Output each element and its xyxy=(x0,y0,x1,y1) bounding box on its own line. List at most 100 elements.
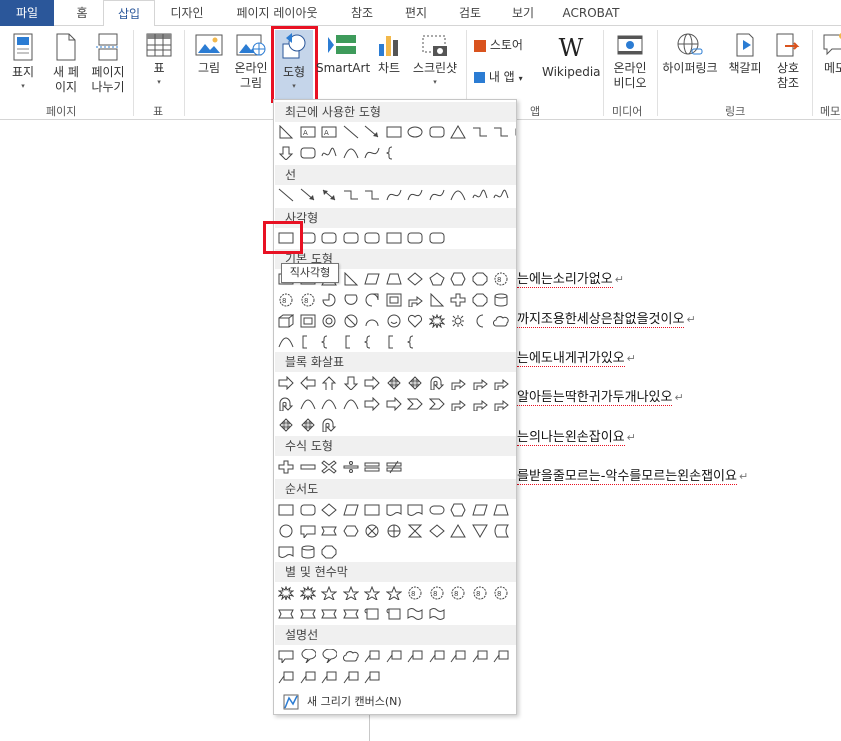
shape-option-lcall[interactable] xyxy=(448,646,468,665)
shape-option-elbow[interactable] xyxy=(341,185,361,204)
shape-option-banner[interactable] xyxy=(319,521,339,540)
shape-option-circ[interactable] xyxy=(276,521,296,540)
shape-option-uarr[interactable] xyxy=(319,373,339,392)
shape-option-brace[interactable] xyxy=(384,143,404,162)
shape-option-scroll[interactable] xyxy=(362,604,382,623)
shape-option-bracket[interactable] xyxy=(384,332,404,351)
shape-option-scurve[interactable] xyxy=(427,185,447,204)
shape-option-callout[interactable] xyxy=(298,521,318,540)
shape-option-lcall[interactable] xyxy=(405,646,425,665)
shape-option-rarr[interactable] xyxy=(362,373,382,392)
bookmark-button[interactable]: 책갈피 xyxy=(722,32,768,76)
shape-option-ocall[interactable] xyxy=(319,646,339,665)
shape-option-rrect[interactable] xyxy=(362,228,382,247)
shape-option-brace[interactable] xyxy=(319,332,339,351)
shape-option-bend[interactable] xyxy=(448,394,468,413)
shape-option-rect[interactable] xyxy=(384,228,404,247)
shape-option-stor[interactable] xyxy=(491,521,511,540)
blank-page-button[interactable]: 새 페 이지 xyxy=(48,32,84,95)
shape-option-trap[interactable] xyxy=(384,269,404,288)
shape-option-rect[interactable] xyxy=(276,500,296,519)
shape-option-bend[interactable] xyxy=(491,373,511,392)
tab-view[interactable]: 보기 xyxy=(501,0,545,26)
shape-option-arrow[interactable] xyxy=(298,185,318,204)
shape-option-extr[interactable] xyxy=(448,521,468,540)
shape-option-lcall[interactable] xyxy=(491,646,511,665)
shape-option-uturn[interactable] xyxy=(319,415,339,434)
shape-option-lcall[interactable] xyxy=(319,667,339,686)
shape-option-doc[interactable] xyxy=(276,542,296,561)
shape-option-free[interactable] xyxy=(470,185,490,204)
shape-option-curve[interactable] xyxy=(276,332,296,351)
shape-option-doc[interactable] xyxy=(384,500,404,519)
shape-option-para[interactable] xyxy=(362,269,382,288)
shape-option-bend[interactable] xyxy=(448,373,468,392)
shape-option-lcall[interactable] xyxy=(276,667,296,686)
hyperlink-button[interactable]: 하이퍼링크 xyxy=(658,32,722,76)
picture-button[interactable]: 그림 xyxy=(192,32,226,76)
shape-option-seal[interactable]: 8 xyxy=(427,583,447,602)
shape-option-wave[interactable] xyxy=(427,604,447,623)
shape-option-diam[interactable] xyxy=(405,269,425,288)
shape-option-banner[interactable] xyxy=(341,604,361,623)
shape-option-trap[interactable] xyxy=(491,500,511,519)
shape-option-dbl[interactable] xyxy=(319,185,339,204)
shape-option-noent[interactable] xyxy=(341,311,361,330)
shape-option-scurve[interactable] xyxy=(362,143,382,162)
shape-option-cloud[interactable] xyxy=(491,311,511,330)
shape-option-hex[interactable] xyxy=(448,500,468,519)
shape-option-tri[interactable] xyxy=(448,122,468,141)
document-line[interactable]: 는에도내게귀가있오 ↵ xyxy=(517,347,636,367)
shape-option-hourg[interactable] xyxy=(405,521,425,540)
cover-page-button[interactable]: 표지 ▾ xyxy=(6,32,40,90)
shape-option-plus[interactable] xyxy=(448,290,468,309)
tab-acrobat[interactable]: ACROBAT xyxy=(556,0,626,26)
shape-option-curve[interactable] xyxy=(341,394,361,413)
shape-option-banner[interactable] xyxy=(319,604,339,623)
shape-option-bracket[interactable] xyxy=(341,332,361,351)
shape-option-eq[interactable] xyxy=(362,457,382,476)
shape-option-free[interactable] xyxy=(491,185,511,204)
shape-option-elbow[interactable] xyxy=(491,122,511,141)
screenshot-button[interactable]: 스크린샷 ▾ xyxy=(408,32,462,86)
shape-option-dec[interactable] xyxy=(341,521,361,540)
shape-option-bend[interactable] xyxy=(491,394,511,413)
shape-option-seal[interactable]: 8 xyxy=(276,290,296,309)
shape-option-burst[interactable] xyxy=(276,583,296,602)
shape-option-curve[interactable] xyxy=(341,143,361,162)
shape-option-bend[interactable] xyxy=(405,290,425,309)
shape-option-rrect[interactable] xyxy=(298,500,318,519)
tab-mailings[interactable]: 편지 xyxy=(394,0,438,26)
shape-option-chev[interactable] xyxy=(405,394,425,413)
shape-option-ocall[interactable] xyxy=(298,646,318,665)
shape-option-darr[interactable] xyxy=(276,143,296,162)
shape-option-uturn[interactable] xyxy=(276,394,296,413)
shape-option-pie[interactable] xyxy=(319,290,339,309)
shape-option-brace[interactable] xyxy=(362,332,382,351)
store-button[interactable]: 스토어 xyxy=(474,38,534,53)
shape-option-rrect[interactable] xyxy=(427,228,447,247)
shape-option-orj[interactable] xyxy=(384,521,404,540)
shape-option-neq[interactable] xyxy=(384,457,404,476)
document-line[interactable]: 는에는소리가없오 ↵ xyxy=(517,268,624,288)
shape-option-rarr[interactable] xyxy=(276,373,296,392)
shape-option-cloud[interactable] xyxy=(341,646,361,665)
shape-option-uturn[interactable] xyxy=(427,373,447,392)
online-picture-button[interactable]: 온라인 그림 xyxy=(230,32,272,91)
shape-option-line[interactable] xyxy=(341,122,361,141)
shape-option-banner[interactable] xyxy=(276,604,296,623)
shape-option-diam[interactable] xyxy=(319,500,339,519)
shape-option-tear[interactable] xyxy=(362,290,382,309)
shape-option-star[interactable] xyxy=(341,583,361,602)
wikipedia-button[interactable]: W Wikipedia xyxy=(542,34,601,80)
shape-option-seal[interactable]: 8 xyxy=(491,269,511,288)
shape-option-lcall[interactable] xyxy=(362,667,382,686)
shape-option-mult[interactable] xyxy=(319,457,339,476)
online-video-button[interactable]: 온라인 비디오 xyxy=(608,32,652,91)
shape-option-arrow[interactable] xyxy=(362,122,382,141)
shape-option-scroll[interactable] xyxy=(384,604,404,623)
shape-option-rarr[interactable] xyxy=(384,394,404,413)
tab-page-layout[interactable]: 페이지 레이아웃 xyxy=(222,0,332,26)
shape-option-lcall[interactable] xyxy=(362,646,382,665)
shape-option-line[interactable] xyxy=(276,185,296,204)
